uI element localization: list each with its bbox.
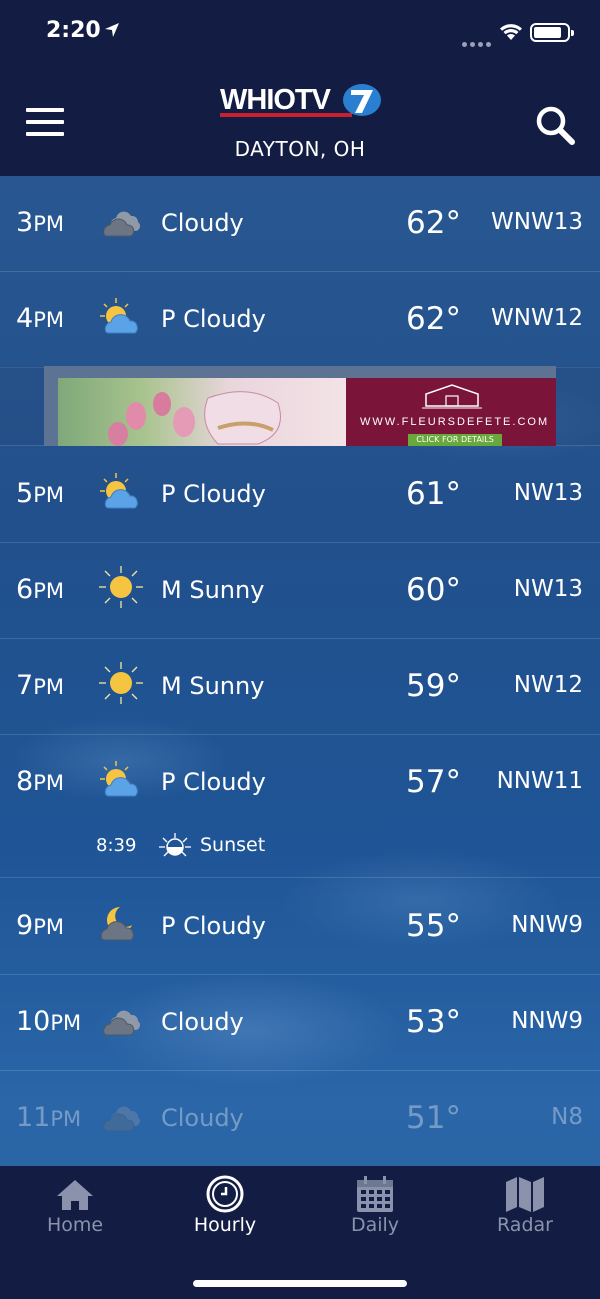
cloudy-icon: [103, 211, 140, 237]
menu-button[interactable]: [26, 108, 66, 138]
wifi-icon: [500, 24, 522, 40]
temperature: 61°: [406, 476, 461, 512]
logo-underline: [220, 113, 352, 117]
wind: N8: [551, 1104, 583, 1130]
condition-label: Cloudy: [161, 209, 244, 237]
ad-url: WWW.FLEURSDEFETE.COM: [360, 416, 550, 428]
condition-label: M Sunny: [161, 672, 265, 700]
ad-cta-button[interactable]: CLICK FOR DETAILS: [408, 434, 502, 446]
clock-icon: [206, 1175, 244, 1213]
temperature: 60°: [406, 572, 461, 608]
ad-banner[interactable]: WWW.FLEURSDEFETE.COM CLICK FOR DETAILS: [58, 378, 556, 446]
wind: NNW9: [511, 912, 583, 938]
hour-label: 3PM: [16, 207, 64, 238]
battery-icon: [530, 23, 574, 42]
partly-cloudy-icon: [100, 761, 138, 797]
status-time: 2:20: [46, 18, 101, 43]
signal-icon: [462, 32, 494, 51]
house-logo-icon: [422, 384, 482, 409]
wind: NNW11: [496, 768, 583, 794]
condition-label: M Sunny: [161, 576, 265, 604]
tab-label: Radar: [497, 1214, 553, 1236]
partly-cloudy-night-icon: [100, 907, 134, 941]
wind: NW13: [513, 480, 583, 506]
hour-row[interactable]: 8PM P Cloudy 57° NNW11 8:39 Sunset: [0, 735, 600, 878]
temperature: 57°: [406, 764, 461, 800]
partly-cloudy-icon: [100, 473, 138, 509]
temperature: 62°: [406, 301, 461, 337]
hour-row[interactable]: 3PM Cloudy 62° WNW13: [0, 176, 600, 272]
condition-label: P Cloudy: [161, 480, 266, 508]
location-arrow-icon: [105, 23, 119, 37]
hour-row[interactable]: 4PM P Cloudy 62° WNW12: [0, 272, 600, 368]
hour-row[interactable]: 6PM M Sunny 60° NW13: [0, 543, 600, 639]
temperature: 51°: [406, 1100, 461, 1136]
hour-label: 4PM: [16, 303, 64, 334]
hour-label: 6PM: [16, 574, 64, 605]
wind: NW12: [513, 672, 583, 698]
channel-7-icon: [343, 84, 381, 116]
hour-label: 8PM: [16, 766, 64, 797]
partly-cloudy-icon: [100, 298, 138, 334]
home-indicator[interactable]: [193, 1280, 407, 1287]
hour-label: 9PM: [16, 910, 64, 941]
tab-radar[interactable]: Radar: [450, 1166, 600, 1256]
cloudy-icon: [103, 1010, 140, 1036]
tab-hourly[interactable]: Hourly: [150, 1166, 300, 1256]
sunny-icon: [99, 566, 143, 608]
sunset-icon: [159, 833, 191, 857]
hour-row[interactable]: 7PM M Sunny 59° NW12: [0, 639, 600, 735]
tab-label: Hourly: [193, 1214, 257, 1236]
ad-flowers-image: [58, 378, 346, 446]
temperature: 62°: [406, 205, 461, 241]
hamburger-icon: [26, 108, 64, 112]
ad-brand-panel: WWW.FLEURSDEFETE.COM CLICK FOR DETAILS: [346, 378, 556, 446]
hour-label: 11PM: [16, 1102, 82, 1133]
tulips-icon: [108, 391, 281, 446]
tab-daily[interactable]: Daily: [300, 1166, 450, 1256]
wind: NW13: [513, 576, 583, 602]
temperature: 59°: [406, 668, 461, 704]
hour-row[interactable]: 10PM Cloudy 53° NNW9: [0, 975, 600, 1071]
hour-row[interactable]: 5PM P Cloudy 61° NW13: [0, 447, 600, 543]
wind: WNW13: [491, 209, 583, 235]
home-icon: [57, 1180, 93, 1210]
cloudy-icon: [103, 1106, 140, 1132]
tab-home[interactable]: Home: [0, 1166, 150, 1256]
sunset-time: 8:39: [96, 835, 137, 856]
hour-row[interactable]: 11PM Cloudy 51° N8: [0, 1071, 600, 1167]
condition-label: Cloudy: [161, 1104, 244, 1132]
search-icon[interactable]: [534, 104, 576, 146]
calendar-icon: [357, 1176, 393, 1212]
tab-label: Daily: [350, 1214, 400, 1236]
temperature: 55°: [406, 908, 461, 944]
tab-label: Home: [46, 1214, 104, 1236]
wind: WNW12: [491, 305, 583, 331]
condition-label: P Cloudy: [161, 305, 266, 333]
hour-label: 10PM: [16, 1006, 82, 1037]
hour-label: 5PM: [16, 478, 64, 509]
condition-label: P Cloudy: [161, 912, 266, 940]
condition-label: P Cloudy: [161, 768, 266, 796]
sunny-icon: [99, 662, 143, 704]
hour-label: 7PM: [16, 670, 64, 701]
condition-label: Cloudy: [161, 1008, 244, 1036]
whio-logo: WHIOTV: [220, 80, 382, 122]
app-header: 2:20 WHIOTV DAYTON, OH: [0, 0, 600, 176]
wind: NNW9: [511, 1008, 583, 1034]
sunset-label: Sunset: [200, 834, 266, 856]
temperature: 53°: [406, 1004, 461, 1040]
hour-row[interactable]: 9PM P Cloudy 55° NNW9: [0, 879, 600, 975]
map-icon: [506, 1177, 544, 1212]
location-label[interactable]: DAYTON, OH: [0, 137, 600, 161]
